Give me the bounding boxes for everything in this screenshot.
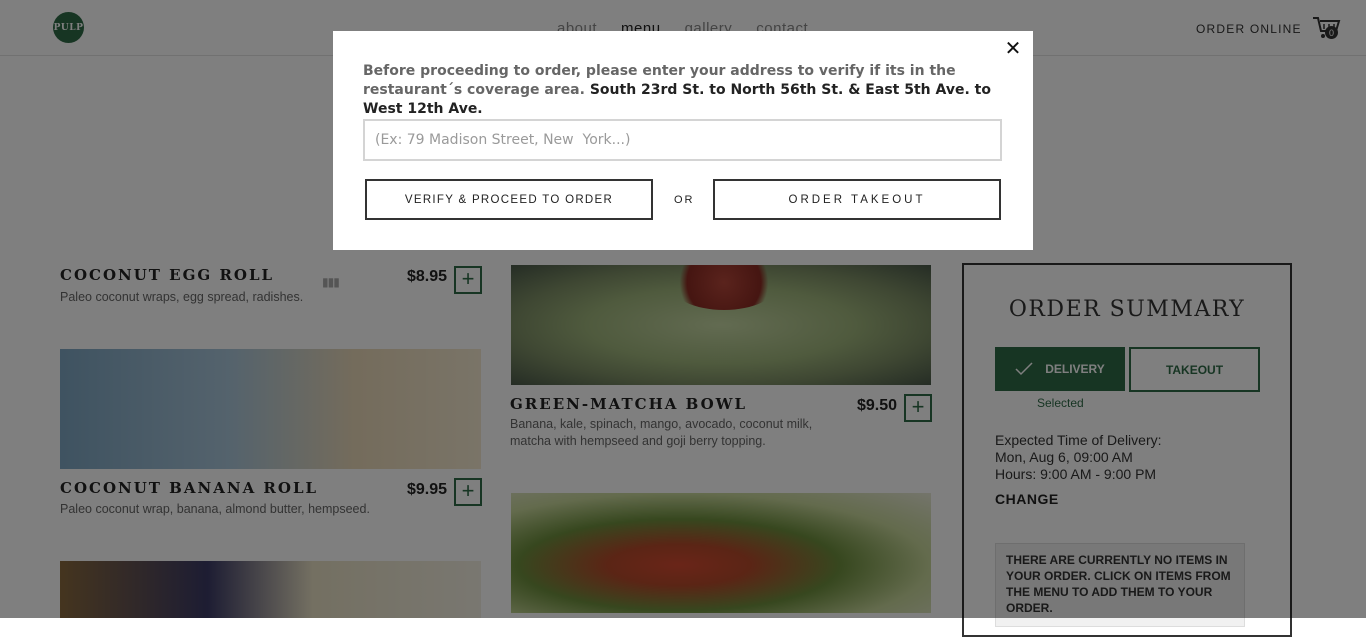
close-icon[interactable]: ✕	[1004, 38, 1022, 58]
address-verification-modal: ✕ Before proceeding to order, please ent…	[333, 31, 1033, 250]
or-separator: OR	[674, 194, 695, 206]
address-input[interactable]	[363, 119, 1002, 161]
verify-proceed-button[interactable]: VERIFY & PROCEED TO ORDER	[365, 179, 653, 220]
order-takeout-button[interactable]: ORDER TAKEOUT	[713, 179, 1001, 220]
modal-message: Before proceeding to order, please enter…	[363, 62, 1003, 119]
